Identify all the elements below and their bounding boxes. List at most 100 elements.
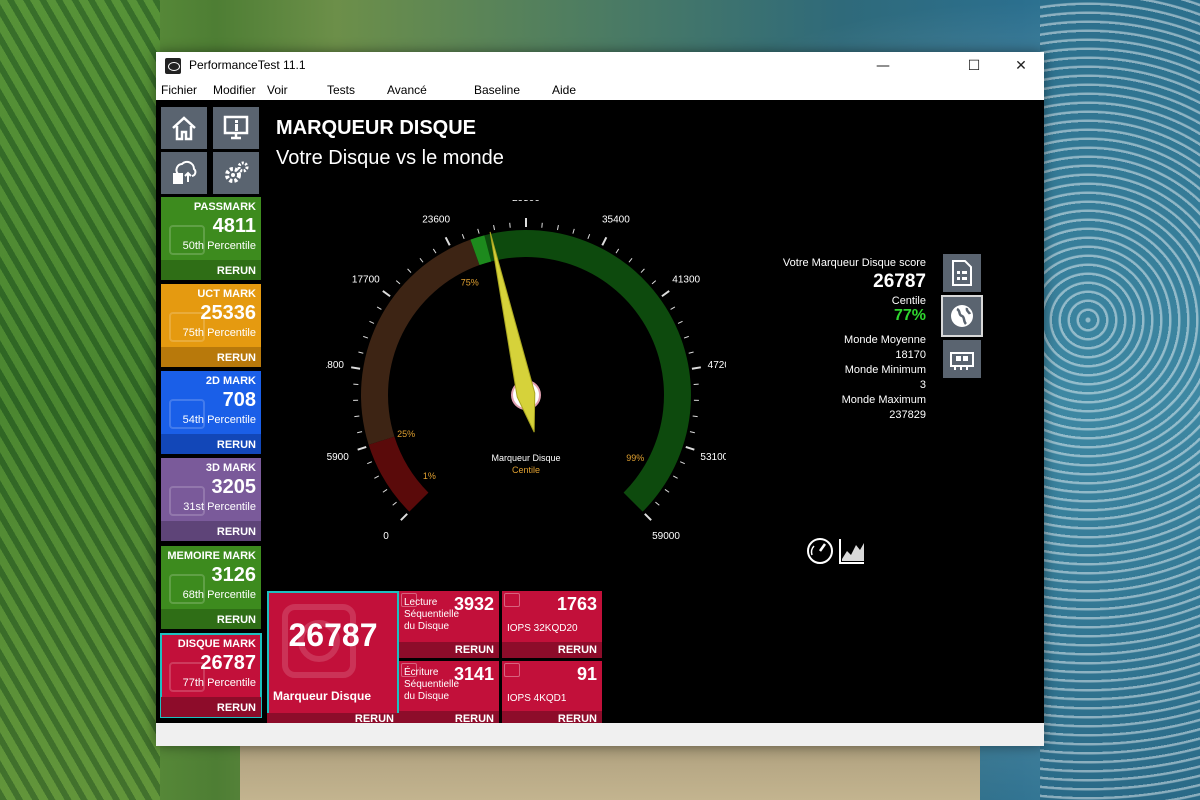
- menu-avance[interactable]: Avancé: [387, 83, 427, 97]
- summary-centile-label: Centile: [891, 295, 926, 307]
- menu-modifier[interactable]: Modifier: [213, 83, 256, 97]
- tile-rerun-button[interactable]: RERUN: [161, 521, 261, 541]
- menu-tests[interactable]: Tests: [327, 83, 355, 97]
- gauge-percentile-label: 99%: [626, 453, 644, 463]
- tile-title: MEMOIRE MARK: [167, 550, 256, 562]
- disk-mark-label: Marqueur Disque: [273, 689, 372, 703]
- gauge-tick-mark: [351, 366, 361, 370]
- menu-fichier[interactable]: Fichier: [161, 83, 197, 97]
- tile-rerun-button[interactable]: RERUN: [161, 609, 261, 629]
- tile-rerun-button[interactable]: RERUN: [161, 347, 261, 367]
- tile-rerun-button[interactable]: RERUN: [161, 434, 261, 454]
- gauge-tick-mark: [461, 233, 465, 239]
- tile-passmark[interactable]: PASSMARK 4811 50th Percentile RERUN: [161, 197, 261, 280]
- tile-rerun-label: RERUN: [216, 352, 256, 364]
- gauge-tick-label: 41300: [672, 275, 700, 286]
- gauge-tick-mark: [661, 290, 670, 298]
- test-iops-4kqd1-tile[interactable]: 91 IOPS 4KQD1: [502, 661, 602, 713]
- tile-percentile: 68th Percentile: [182, 589, 256, 601]
- test-seq-read-rerun-label: RERUN: [454, 644, 494, 656]
- gauge-caption-sub: Centile: [512, 465, 540, 475]
- minimize-button[interactable]: —: [860, 52, 906, 81]
- gauge-tick-mark: [601, 236, 608, 246]
- disk-mark-main-tile[interactable]: 26787 Marqueur Disque: [267, 591, 399, 715]
- world-average-label: Monde Moyenne: [844, 334, 926, 346]
- tile-uct-mark[interactable]: UCT MARK 25336 75th Percentile RERUN: [161, 284, 261, 367]
- gauge-tick-mark: [407, 268, 412, 273]
- tile-title: 3D MARK: [205, 462, 256, 474]
- gauge-tick-label: 5900: [327, 452, 350, 463]
- tile-disque-mark[interactable]: DISQUE MARK 26787 77th Percentile RERUN: [160, 633, 262, 718]
- gauge-tick-mark: [664, 489, 670, 493]
- tile-rerun-label: RERUN: [216, 265, 256, 277]
- home-icon: [172, 116, 196, 141]
- tile-3d-mark[interactable]: 3D MARK 3205 31st Percentile RERUN: [161, 458, 261, 541]
- gauge-view-button[interactable]: [806, 537, 834, 565]
- tile-memoire-mark[interactable]: MEMOIRE MARK 3126 68th Percentile RERUN: [161, 546, 261, 629]
- tile-2d-mark[interactable]: 2D MARK 708 54th Percentile RERUN: [161, 371, 261, 454]
- test-seq-read-rerun-button[interactable]: RERUN: [399, 642, 499, 658]
- tile-score: 26787: [200, 652, 256, 674]
- gauge-tick-mark: [382, 290, 391, 298]
- tile-score: 3205: [211, 476, 257, 498]
- gauge-tick-mark: [651, 280, 657, 285]
- gauge-tick-mark: [628, 257, 633, 263]
- menu-bar: Fichier Modifier Voir Tests Avancé Basel…: [156, 81, 1044, 100]
- gauge-needle: [489, 231, 536, 433]
- cloud-upload-button[interactable]: [161, 152, 207, 194]
- chart-view-button[interactable]: [838, 537, 866, 565]
- tile-rerun-button[interactable]: RERUN: [161, 697, 261, 717]
- globe-button[interactable]: [941, 295, 983, 337]
- gauge-tick-mark: [363, 335, 369, 339]
- menu-baseline[interactable]: Baseline: [474, 83, 520, 97]
- close-button[interactable]: ✕: [998, 52, 1044, 81]
- gauge-tick-mark: [382, 489, 388, 493]
- gauge-tick-mark: [655, 501, 660, 506]
- gauge-tick-label: 35400: [602, 215, 630, 226]
- cloud-upload-icon: [173, 160, 197, 184]
- settings-button[interactable]: [213, 152, 259, 194]
- gauge-tick-mark: [679, 461, 685, 465]
- gauge-tick-mark: [670, 306, 676, 310]
- test-seq-write-tile[interactable]: Écriture Séquentielle du Disque 3141: [399, 661, 499, 713]
- tile-score: 708: [222, 389, 256, 411]
- wallpaper-cliff: [0, 0, 160, 800]
- gauge-tick-mark: [692, 415, 698, 418]
- gauge-tick-mark: [419, 257, 424, 263]
- gauge-tick-mark: [493, 224, 496, 231]
- gauge-band-mid: [361, 239, 480, 445]
- home-button[interactable]: [161, 107, 207, 149]
- test-iops-32kqd20-rerun-button[interactable]: RERUN: [502, 642, 602, 658]
- page-title: MARQUEUR DISQUE: [276, 117, 477, 139]
- gauge-tick-label: 47200: [708, 360, 726, 371]
- test-seq-read-score: 3932: [453, 594, 494, 614]
- maximize-button[interactable]: ☐: [951, 52, 997, 81]
- menu-voir[interactable]: Voir: [267, 83, 288, 97]
- chart-view-icon: [839, 539, 864, 564]
- test-iops-32kqd20-tile[interactable]: 1763 IOPS 32KQD20: [502, 591, 602, 643]
- gauge-percentile-label: 75%: [461, 277, 479, 287]
- tile-percentile: 77th Percentile: [182, 677, 256, 689]
- menu-aide[interactable]: Aide: [552, 83, 576, 97]
- tile-rerun-label: RERUN: [216, 439, 256, 451]
- gauge-tick-mark: [640, 268, 645, 273]
- system-info-button[interactable]: [213, 107, 259, 149]
- gauge-tick-mark: [357, 445, 367, 451]
- gauge-tick-mark: [689, 431, 695, 434]
- summary-score-label: Votre Marqueur Disque score: [782, 257, 926, 269]
- gauge-tick-mark: [432, 248, 437, 254]
- document-button[interactable]: [943, 254, 981, 292]
- gauge-tick-mark: [376, 306, 382, 310]
- gauge-tick-label: 11800: [326, 360, 344, 371]
- tile-score: 4811: [212, 215, 256, 237]
- gauge-tick-mark: [556, 224, 559, 231]
- test-seq-read-tile[interactable]: Lecture Séquentielle du Disque 3932: [399, 591, 499, 643]
- tile-rerun-label: RERUN: [216, 702, 256, 714]
- world-maximum-label: Monde Maximum: [841, 394, 926, 406]
- gauge-tick-mark: [644, 513, 652, 521]
- tile-rerun-button[interactable]: RERUN: [161, 260, 261, 280]
- world-maximum: 237829: [889, 409, 926, 421]
- hardware-button[interactable]: [943, 340, 981, 378]
- gauge-tick-mark: [572, 228, 575, 234]
- score-summary: Votre Marqueur Disque score 26787 Centil…: [783, 257, 926, 423]
